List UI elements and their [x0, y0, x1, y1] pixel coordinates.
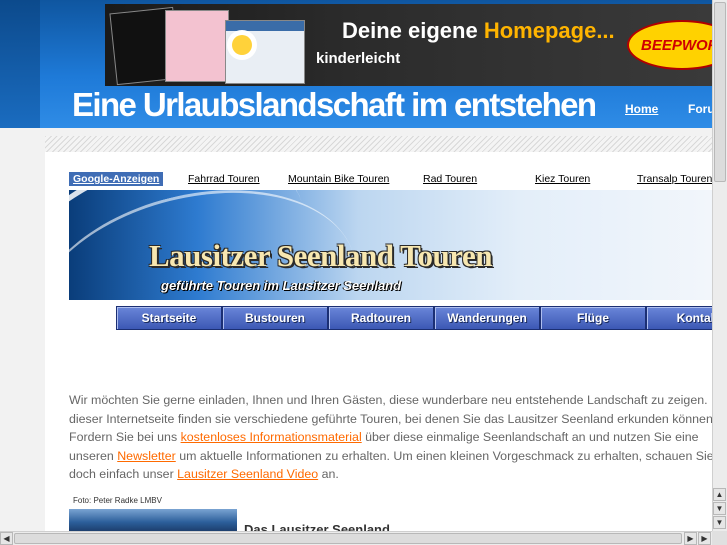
template-thumbnail-pink: [165, 10, 229, 82]
scroll-down-end-arrow-icon[interactable]: ▼: [713, 516, 726, 529]
intro-line-5-rest: an.: [318, 467, 339, 481]
newsletter-link[interactable]: Newsletter: [117, 449, 176, 463]
intro-line-5-text: doch einfach unser: [69, 467, 178, 481]
google-ads-row: Google-Anzeigen Fahrrad Touren Mountain …: [69, 172, 712, 186]
nav-link-forum[interactable]: Foru: [688, 102, 712, 116]
site-title: Eine Urlaubslandschaft im entstehen: [72, 86, 597, 123]
info-material-link[interactable]: kostenloses Informationsmaterial: [181, 430, 362, 444]
banner-headline-text: Deine eigene: [342, 18, 484, 43]
intro-line-3-text: Fordern Sie bei uns: [69, 430, 181, 444]
header-left-shade: [0, 0, 40, 128]
photo-section-title: Das Lausitzer Seenland: [244, 522, 390, 531]
scrollbar-corner: [712, 531, 727, 545]
ad-link-mountain-bike-touren[interactable]: Mountain Bike Touren: [288, 173, 389, 185]
ad-link-kiez-touren[interactable]: Kiez Touren: [535, 173, 590, 185]
menu-button-bustouren[interactable]: Bustouren: [222, 306, 328, 330]
intro-paragraph: Wir möchten Sie gerne einladen, Ihnen un…: [69, 391, 712, 484]
intro-line-5: doch einfach unser Lausitzer Seenland Vi…: [69, 465, 712, 484]
menu-button-wanderungen[interactable]: Wanderungen: [434, 306, 540, 330]
banner-headline-highlight: Homepage...: [483, 18, 615, 43]
intro-line-1: Wir möchten Sie gerne einladen, Ihnen un…: [69, 393, 708, 407]
horizontal-scrollbar[interactable]: ◀ ▶ ▶: [0, 531, 712, 545]
beepworld-logo[interactable]: BEEPWORLD: [627, 20, 712, 70]
menu-button-fluege[interactable]: Flüge: [540, 306, 646, 330]
google-ads-label[interactable]: Google-Anzeigen: [69, 172, 164, 186]
scroll-down-arrow-icon[interactable]: ▼: [713, 502, 726, 515]
vertical-scroll-thumb[interactable]: [714, 2, 726, 182]
ad-link-transalp-touren[interactable]: Transalp Touren: [637, 173, 712, 185]
scroll-left-arrow-icon[interactable]: ◀: [0, 532, 13, 545]
scroll-right-end-arrow-icon[interactable]: ▶: [698, 532, 711, 545]
flower-icon: [232, 35, 252, 55]
menu-button-startseite[interactable]: Startseite: [116, 306, 222, 330]
intro-line-4: unseren Newsletter um aktuelle Informati…: [69, 447, 712, 466]
seenland-video-link[interactable]: Lausitzer Seenland Video: [177, 467, 318, 481]
ad-link-fahrrad-touren[interactable]: Fahrrad Touren: [188, 173, 260, 185]
template-thumbnail-flower: [225, 20, 305, 84]
nav-link-home[interactable]: Home: [625, 102, 658, 116]
aerial-photo: [69, 509, 237, 531]
hatched-divider: [45, 136, 712, 152]
thumbnail-header-bar: [226, 21, 304, 31]
menu-button-radtouren[interactable]: Radtouren: [328, 306, 434, 330]
main-menu: Startseite Bustouren Radtouren Wanderung…: [116, 306, 712, 330]
browser-viewport: Deine eigene Homepage... kinderleicht BE…: [0, 0, 712, 531]
photo-caption: Foto: Peter Radke LMBV: [73, 496, 162, 505]
banner-subline: kinderleicht: [316, 50, 401, 67]
scroll-right-arrow-icon[interactable]: ▶: [684, 532, 697, 545]
tour-banner-subtitle: geführte Touren im Lausitzer Seenland: [161, 278, 402, 293]
horizontal-scroll-thumb[interactable]: [14, 533, 682, 544]
tour-banner: Lausitzer Seenland Touren geführte Toure…: [69, 190, 712, 300]
intro-line-4-rest: um aktuelle Informationen zu erhalten. U…: [175, 448, 712, 463]
intro-line-3: Fordern Sie bei uns kostenloses Informat…: [69, 428, 712, 447]
banner-headline: Deine eigene Homepage...: [342, 18, 615, 44]
scroll-up-arrow-icon[interactable]: ▲: [713, 488, 726, 501]
menu-button-kontakt[interactable]: Kontakt: [646, 306, 712, 330]
banner-ad[interactable]: Deine eigene Homepage... kinderleicht BE…: [105, 4, 712, 86]
ad-link-rad-touren[interactable]: Rad Touren: [423, 173, 477, 185]
intro-line-2: dieser Internetseite finden sie verschie…: [69, 411, 712, 426]
tour-banner-title: Lausitzer Seenland Touren: [149, 238, 492, 273]
intro-line-3-rest: über diese einmalige Seenlandschaft an u…: [361, 430, 699, 444]
vertical-scrollbar[interactable]: ▲ ▼ ▼: [712, 0, 727, 531]
intro-line-4-text: unseren: [69, 448, 118, 463]
